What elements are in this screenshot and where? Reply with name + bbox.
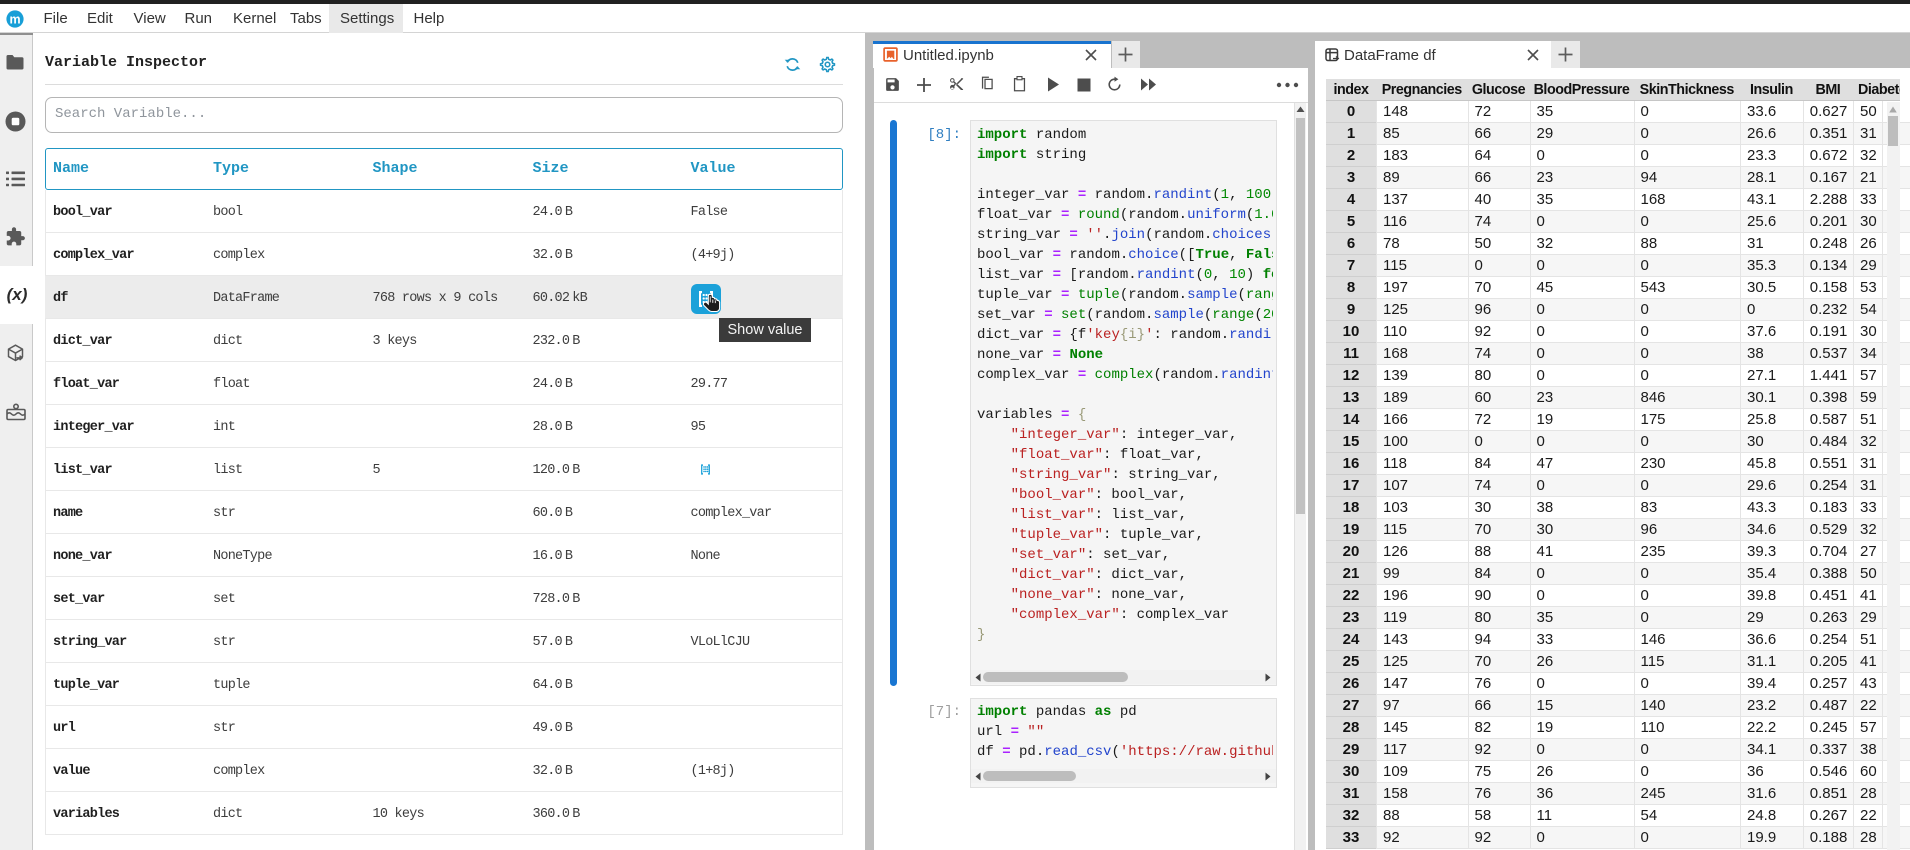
svg-text:m: m — [9, 12, 20, 26]
